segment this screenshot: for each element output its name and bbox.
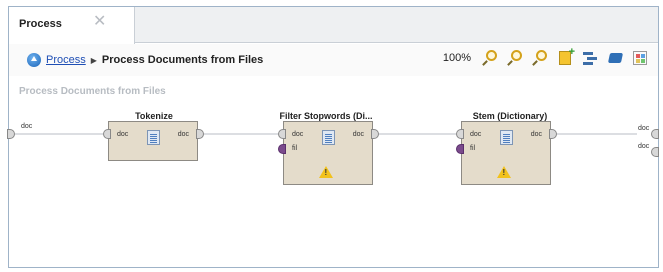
arrange-grid-icon[interactable] (632, 50, 648, 66)
output-port-label: doc (530, 131, 542, 138)
operator-filter-stopwords[interactable]: doc doc fil (283, 121, 373, 185)
close-icon[interactable]: ✕ (93, 14, 106, 30)
input-port[interactable] (103, 129, 111, 139)
zoom-level: 100% (442, 52, 471, 64)
zoom-in-icon[interactable] (482, 50, 498, 66)
process-canvas[interactable]: Process Documents from Files doc Tokeniz… (7, 76, 659, 267)
tab-strip: Process ✕ (9, 7, 658, 44)
operator-tokenize[interactable]: doc doc (108, 121, 198, 161)
input-port-label: doc (470, 131, 482, 138)
dictionary-input-port[interactable] (278, 144, 286, 154)
process-output-port[interactable] (651, 147, 659, 157)
sink-port-label: doc (638, 143, 650, 150)
warning-icon[interactable] (319, 166, 333, 178)
operator-title: Stem (Dictionary) (472, 111, 548, 121)
document-icon (147, 130, 160, 145)
input-port[interactable] (278, 129, 286, 139)
breadcrumb-root-link[interactable]: Process (46, 54, 86, 66)
breadcrumb-separator: ▶ (90, 55, 97, 65)
breadcrumb-toolbar: Process ▶ Process Documents from Files 1… (9, 44, 658, 76)
zoom-out-icon[interactable] (507, 50, 523, 66)
input-port-label: doc (117, 131, 129, 138)
dictionary-input-port[interactable] (456, 144, 464, 154)
operator-title: Filter Stopwords (Di... (279, 111, 373, 121)
warning-icon[interactable] (497, 166, 511, 178)
up-arrow-icon[interactable] (27, 53, 41, 67)
input-port-label: doc (292, 131, 304, 138)
tab-label: Process (19, 18, 62, 30)
breadcrumb: Process ▶ Process Documents from Files (27, 53, 263, 67)
operator-title: Tokenize (135, 111, 173, 121)
repository-icon[interactable] (607, 50, 624, 66)
zoom-fit-icon[interactable] (532, 50, 548, 66)
auto-wire-icon[interactable] (582, 50, 598, 66)
process-panel: Process ✕ Process ▶ Process Documents fr… (7, 6, 659, 268)
process-output-port[interactable] (651, 129, 659, 139)
input-port[interactable] (456, 129, 464, 139)
output-port-label: doc (177, 131, 189, 138)
breadcrumb-current: Process Documents from Files (101, 54, 264, 66)
sink-port-label: doc (638, 125, 650, 132)
output-port-label: doc (352, 131, 364, 138)
document-icon (322, 130, 335, 145)
document-icon (500, 130, 513, 145)
operator-stem-dictionary[interactable]: doc doc fil (461, 121, 551, 185)
dictionary-port-label: fil (470, 145, 476, 152)
add-operator-icon[interactable] (557, 46, 575, 66)
tab-process[interactable]: Process ✕ (9, 7, 135, 44)
source-port-label: doc (21, 123, 33, 130)
toolbar-tools: 100% (442, 46, 648, 66)
dictionary-port-label: fil (292, 145, 298, 152)
